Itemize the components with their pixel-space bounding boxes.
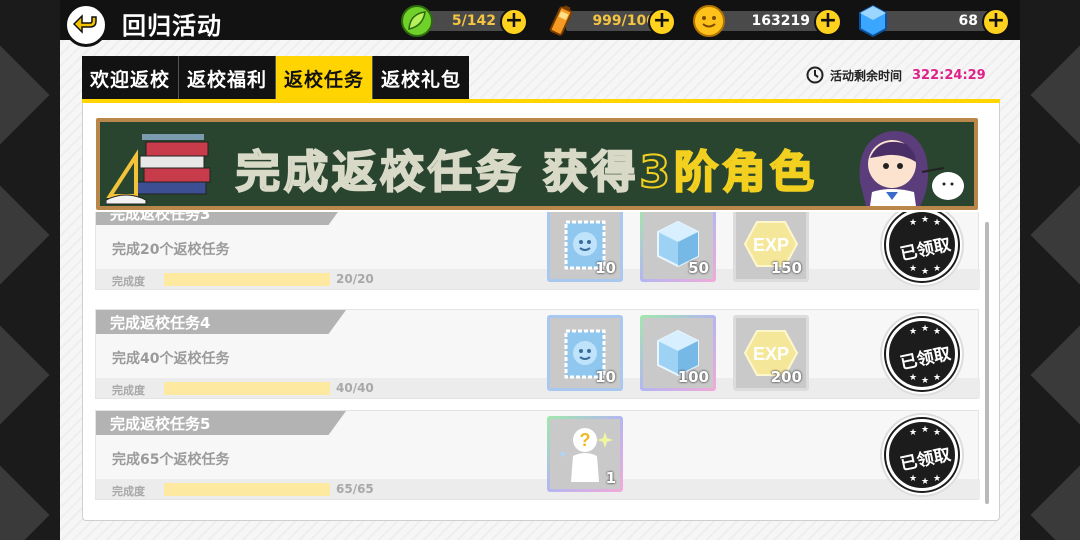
task-title: 完成返校任务5 (96, 411, 346, 435)
reward-count: 10 (595, 368, 616, 386)
clock-icon (806, 66, 824, 84)
svg-text:?: ? (580, 430, 591, 450)
back-arrow-icon (72, 14, 97, 34)
character-portrait-icon (859, 131, 964, 206)
progress-bar (164, 382, 330, 395)
battery-icon (549, 5, 573, 36)
resource-gold: 163219 + (692, 5, 844, 37)
progress-label: 完成度 (112, 384, 145, 397)
reward-item[interactable]: 10 (547, 212, 623, 282)
progress-fill (164, 483, 330, 496)
chalkboard: 完成返校任务 获得3阶角色 (100, 122, 974, 206)
blue-gem-icon (859, 4, 887, 38)
task-banner: 完成返校任务 获得3阶角色 (96, 118, 978, 210)
reward-count: 200 (770, 368, 802, 386)
svg-text:EXP: EXP (753, 235, 789, 255)
reward-item[interactable]: EXP 150 (733, 212, 809, 282)
tab-return-benefits[interactable]: 返校福利 (179, 56, 277, 100)
add-battery-button[interactable]: + (648, 8, 676, 36)
timer-value: 322:24:29 (912, 67, 986, 83)
task-row-5: 完成返校任务5 完成65个返校任务 完成度 65/65 ? 1 ★ ★ ★ ★ ★ ★ (95, 410, 980, 500)
battery-value: 999/100 (592, 13, 656, 29)
progress-label: 完成度 (112, 275, 145, 288)
task-row-4: 完成返校任务4 完成40个返校任务 完成度 40/40 10 100 EXP 2… (95, 309, 980, 399)
claimed-label: 已领取 (898, 444, 953, 476)
progress-bar (164, 483, 330, 496)
task-description: 完成65个返校任务 (112, 452, 230, 468)
task-description: 完成20个返校任务 (112, 242, 230, 258)
page-title: 回归活动 (122, 12, 222, 40)
progress-value: 40/40 (336, 381, 374, 395)
reward-count: 1 (605, 469, 616, 487)
task-list[interactable]: 完成返校任务3 完成20个返校任务 完成度 20/20 10 50 EXP 15… (95, 212, 980, 504)
timer-label: 活动剩余时间 (830, 68, 903, 83)
reward-count: 50 (688, 259, 709, 277)
svg-text:EXP: EXP (753, 344, 789, 364)
scrollbar[interactable] (985, 222, 989, 504)
claimed-stamp: ★ ★ ★ ★ ★ ★ 已领取 (880, 413, 964, 497)
progress-fill (164, 382, 330, 395)
reward-count: 150 (770, 259, 802, 277)
progress-fill (164, 273, 330, 286)
back-button[interactable] (64, 3, 108, 47)
resource-battery: 999/100 + (546, 5, 680, 36)
tab-return-packs[interactable]: 返校礼包 (373, 56, 469, 100)
reward-item[interactable]: 10 (547, 315, 623, 391)
scrollbar-thumb[interactable] (985, 222, 989, 504)
task-title: 完成返校任务3 (96, 212, 346, 225)
progress-value: 20/20 (336, 272, 374, 286)
add-gold-button[interactable]: + (814, 8, 842, 36)
right-border-decoration (1020, 0, 1080, 540)
add-stamina-button[interactable]: + (500, 8, 528, 36)
gold-coin-icon (693, 5, 725, 37)
left-border-decoration (0, 0, 60, 540)
tab-return-tasks[interactable]: 返校任务 (276, 56, 374, 100)
progress-value: 65/65 (336, 482, 374, 496)
event-timer: 活动剩余时间 322:24:29 (806, 66, 986, 84)
task-description: 完成40个返校任务 (112, 351, 230, 367)
stamina-leaf-icon (401, 5, 433, 37)
progress-bar (164, 273, 330, 286)
banner-text-highlight: 3阶角色 (638, 146, 818, 199)
progress-label: 完成度 (112, 485, 145, 498)
tab-bar: 欢迎返校 返校福利 返校任务 返校礼包 (82, 56, 470, 100)
reward-count: 100 (677, 368, 709, 386)
task-title: 完成返校任务4 (96, 310, 346, 334)
task-row-3: 完成返校任务3 完成20个返校任务 完成度 20/20 10 50 EXP 15… (95, 212, 980, 290)
reward-item[interactable]: 50 (640, 212, 716, 282)
banner-text: 完成返校任务 获得3阶角色 (235, 136, 818, 200)
stamina-value: 5/142 (451, 13, 496, 29)
books-illustration-icon (106, 134, 211, 205)
gold-value: 163219 (751, 13, 810, 29)
resource-stamina: 5/142 + (400, 5, 530, 37)
add-gem-button[interactable]: + (982, 8, 1010, 36)
reward-item[interactable]: ? 1 (547, 416, 623, 492)
claimed-label: 已领取 (898, 343, 953, 375)
reward-item[interactable]: EXP 200 (733, 315, 809, 391)
banner-text-main: 完成返校任务 获得 (235, 146, 640, 199)
reward-item[interactable]: 100 (640, 315, 716, 391)
tab-welcome-back[interactable]: 欢迎返校 (82, 56, 180, 100)
resource-gem: 68 + (856, 4, 1014, 38)
gem-value: 68 (958, 13, 978, 29)
claimed-stamp: ★ ★ ★ ★ ★ ★ 已领取 (880, 312, 964, 396)
reward-count: 10 (595, 259, 616, 277)
claimed-label: 已领取 (898, 234, 953, 266)
